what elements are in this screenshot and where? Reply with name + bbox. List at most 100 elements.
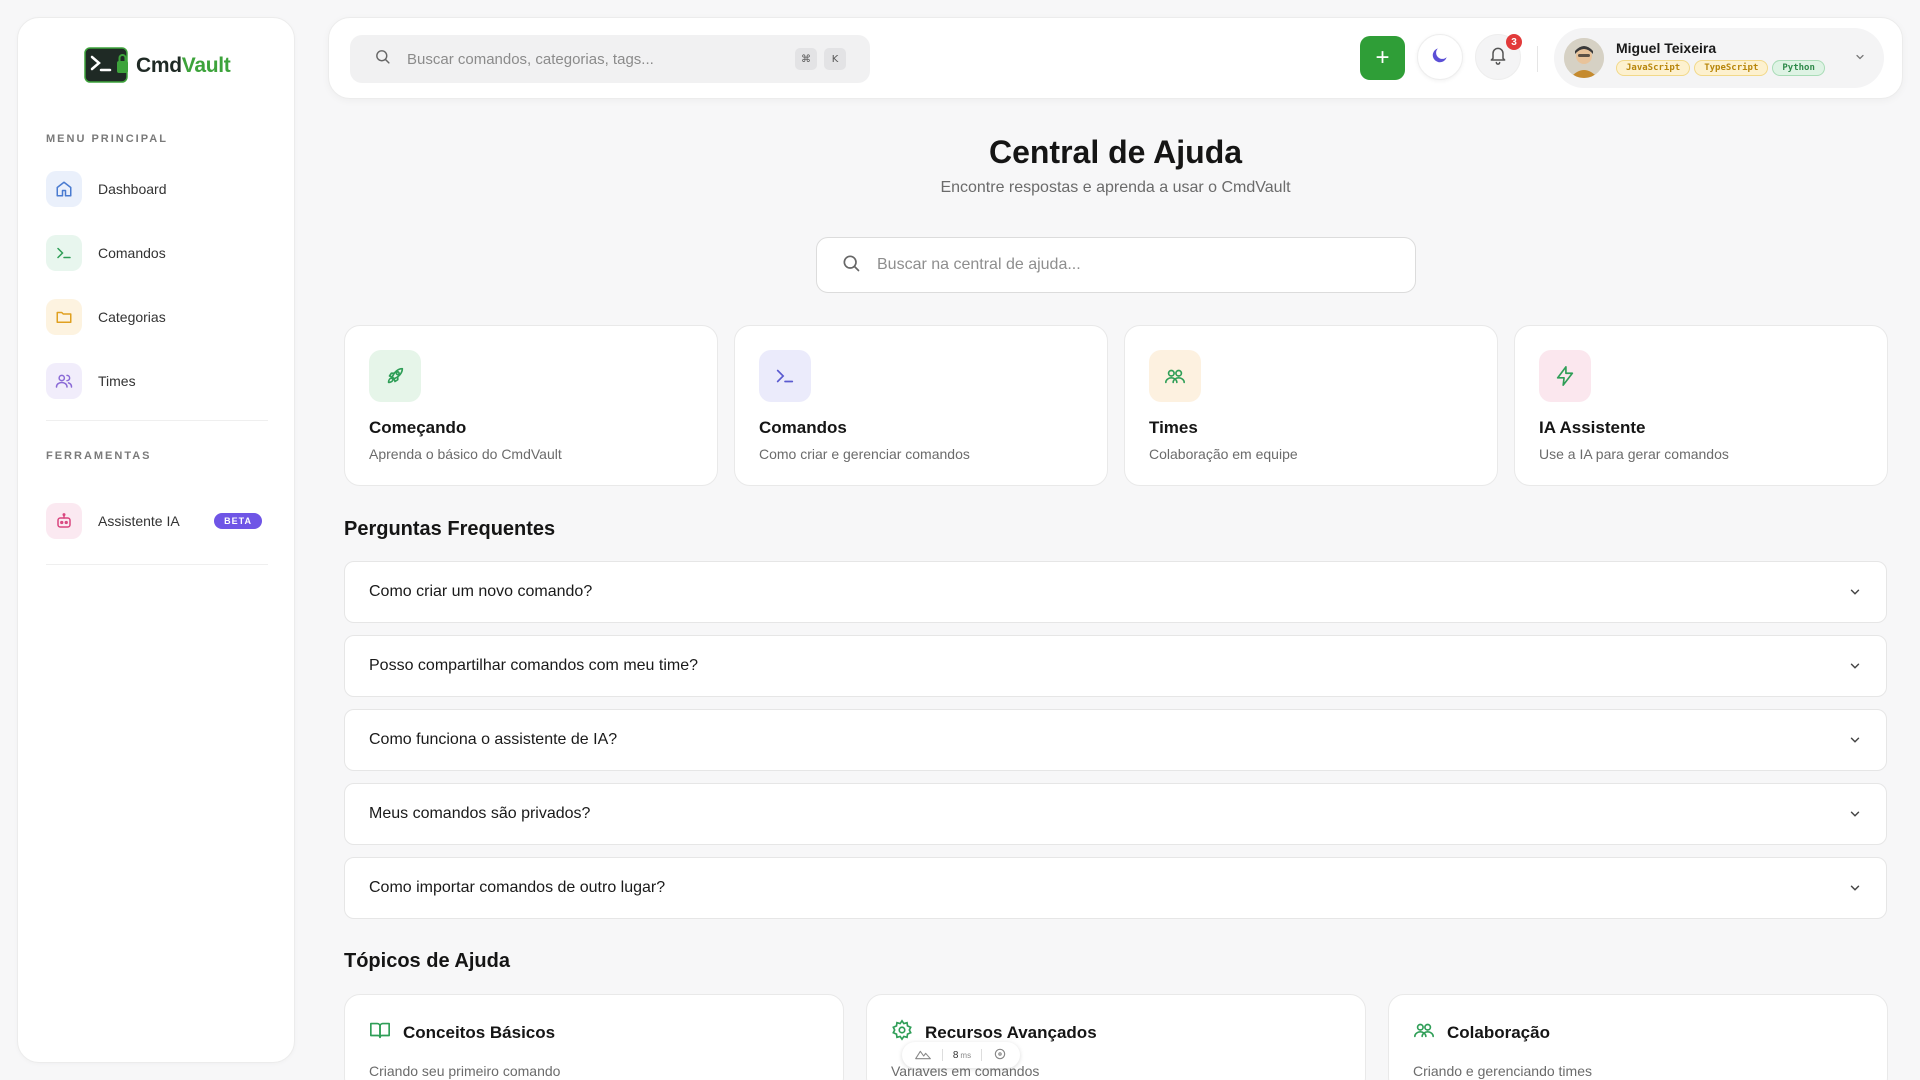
faq-item[interactable]: Meus comandos são privados? [344,783,1887,845]
notifications-button[interactable]: 3 [1475,34,1522,80]
terminal-icon [46,235,82,271]
folder-icon [46,299,82,335]
menu-section-title: MENU PRINCIPAL [46,133,168,145]
skill-tag: Python [1772,60,1825,76]
overlay-divider [981,1049,983,1061]
user-menu[interactable]: Miguel Teixeira JavaScript TypeScript Py… [1554,28,1884,88]
help-search-input[interactable]: Buscar na central de ajuda... [816,237,1416,293]
target-icon [993,1047,1007,1064]
category-title: IA Assistente [1539,418,1646,437]
category-card-times[interactable]: Times Colaboração em equipe [1124,325,1498,486]
category-description: Aprenda o básico do CmdVault [369,446,562,462]
topic-card-colaboracao: Colaboração Criando e gerenciando times [1388,994,1888,1080]
top-bar: Buscar comandos, categorias, tags... ⌘ K… [328,17,1903,99]
category-title: Começando [369,418,467,437]
chevron-down-icon [1854,50,1866,68]
book-icon [369,1019,391,1046]
chevron-down-icon [1848,585,1862,604]
faq-question: Como importar comandos de outro lugar? [369,879,666,896]
help-search-placeholder: Buscar na central de ajuda... [877,256,1081,273]
sidebar-item-label: Comandos [98,245,166,261]
sidebar-item-assistente-ia[interactable]: Assistente IA BETA [46,499,268,543]
topic-title: Recursos Avançados [925,1022,1097,1042]
global-search-input[interactable]: Buscar comandos, categorias, tags... ⌘ K [350,35,870,83]
overlay-divider [941,1049,943,1061]
app-logo[interactable]: CmdVault [84,47,231,85]
category-description: Como criar e gerenciar comandos [759,446,970,462]
topic-title: Conceitos Básicos [403,1022,556,1042]
sidebar-divider [46,420,268,421]
render-time: 8 ms [953,1050,971,1061]
sidebar-divider [46,564,268,565]
bot-icon [46,503,82,539]
topic-link[interactable]: Criando seu primeiro comando [369,1063,560,1079]
faq-item[interactable]: Como importar comandos de outro lugar? [344,857,1887,919]
beta-badge: BETA [214,513,262,529]
sidebar-item-dashboard[interactable]: Dashboard [46,167,268,211]
faq-question: Meus comandos são privados? [369,805,591,822]
shortcut-key-k: K [824,48,846,70]
sidebar-item-label: Assistente IA [98,513,180,529]
page-subtitle: Encontre respostas e aprenda a usar o Cm… [940,179,1291,196]
category-description: Use a IA para gerar comandos [1539,446,1729,462]
category-card-comandos[interactable]: Comandos Como criar e gerenciar comandos [734,325,1108,486]
faq-section-title: Perguntas Frequentes [344,518,556,540]
sidebar-item-label: Dashboard [98,181,167,197]
search-icon [374,48,391,70]
topics-section-title: Tópicos de Ajuda [344,950,510,972]
category-card-ia-assistente[interactable]: IA Assistente Use a IA para gerar comand… [1514,325,1888,486]
app-name: CmdVault [136,54,231,77]
plus-icon: + [1375,44,1390,71]
render-time-unit: ms [960,1050,972,1060]
theme-toggle-button[interactable] [1417,34,1463,80]
faq-question: Posso compartilhar comandos com meu time… [369,657,699,674]
bell-icon [1488,45,1508,70]
category-card-comecando[interactable]: Começando Aprenda o básico do CmdVault [344,325,718,486]
dev-tools-overlay[interactable]: 8 ms [902,1042,1020,1068]
avatar [1564,38,1604,78]
chevron-down-icon [1848,807,1862,826]
category-description: Colaboração em equipe [1149,446,1298,462]
faq-item[interactable]: Como funciona o assistente de IA? [344,709,1887,771]
search-icon [841,253,861,278]
skill-tag: JavaScript [1616,60,1691,76]
moon-icon [1430,45,1450,70]
users-icon [1149,350,1201,402]
rocket-icon [369,350,421,402]
topbar-divider [1537,46,1538,72]
tools-section-title: FERRAMENTAS [46,450,152,462]
sidebar-item-label: Times [98,373,136,389]
faq-item[interactable]: Como criar um novo comando? [344,561,1887,623]
sidebar-item-categorias[interactable]: Categorias [46,295,268,339]
mountain-icon [915,1048,932,1063]
notification-count-badge: 3 [1506,34,1522,50]
lightning-icon [1539,350,1591,402]
user-name: Miguel Teixeira [1616,40,1717,56]
shortcut-key-cmd: ⌘ [795,48,817,70]
home-icon [46,171,82,207]
terminal-icon [759,350,811,402]
category-title: Times [1149,418,1198,437]
sidebar-item-label: Categorias [98,309,166,325]
sidebar-item-times[interactable]: Times [46,359,268,403]
faq-question: Como criar um novo comando? [369,583,593,600]
search-placeholder: Buscar comandos, categorias, tags... [407,50,654,68]
add-command-button[interactable]: + [1360,36,1405,80]
chevron-down-icon [1848,733,1862,752]
sidebar-item-comandos[interactable]: Comandos [46,231,268,275]
sidebar: CmdVault MENU PRINCIPAL Dashboard Comand… [17,17,295,1063]
chevron-down-icon [1848,659,1862,678]
terminal-logo-icon [84,47,130,85]
user-skill-tags: JavaScript TypeScript Python [1616,60,1825,76]
page-title: Central de Ajuda [988,134,1243,170]
users-icon [1413,1019,1435,1046]
category-title: Comandos [759,418,847,437]
topic-link[interactable]: Criando e gerenciando times [1413,1063,1592,1079]
chevron-down-icon [1848,881,1862,900]
topic-title: Colaboração [1447,1022,1550,1042]
faq-question: Como funciona o assistente de IA? [369,731,618,748]
faq-item[interactable]: Posso compartilhar comandos com meu time… [344,635,1887,697]
users-icon [46,363,82,399]
render-time-value: 8 [952,1049,959,1061]
skill-tag: TypeScript [1694,60,1769,76]
